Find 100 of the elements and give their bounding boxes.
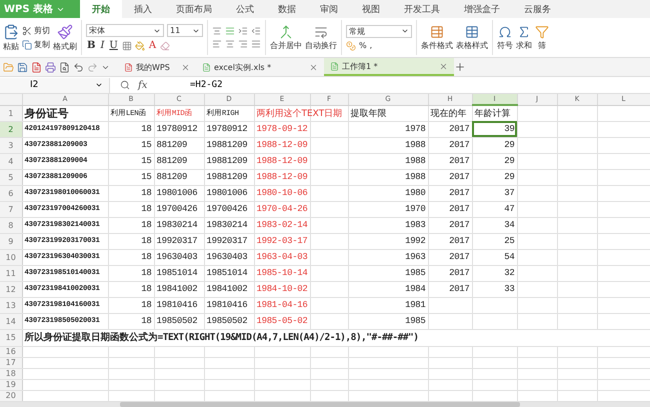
font-name-select[interactable]: 宋体: [86, 24, 164, 37]
undo-icon[interactable]: [73, 62, 84, 72]
paintbrush-icon[interactable]: [57, 24, 73, 40]
menu-tab[interactable]: 开发工具: [392, 0, 452, 18]
menu-tab[interactable]: 公式: [224, 0, 266, 18]
document-icon[interactable]: [202, 62, 211, 72]
zoom-icon[interactable]: [120, 80, 130, 90]
row-header[interactable]: 13: [0, 297, 22, 313]
menu-tab[interactable]: 视图: [350, 0, 392, 18]
align-right-icon[interactable]: [238, 39, 248, 49]
row-header[interactable]: 5: [0, 169, 22, 185]
table-cell: 1984: [405, 284, 426, 294]
row-header[interactable]: 12: [0, 281, 22, 297]
row-header[interactable]: 8: [0, 217, 22, 233]
document-tab[interactable]: 工作簿1 *: [324, 58, 454, 76]
close-icon[interactable]: [181, 62, 190, 72]
printer-icon[interactable]: [45, 62, 56, 72]
omega-icon[interactable]: [498, 24, 512, 38]
menu-tab[interactable]: 增强盒子: [452, 0, 512, 18]
fill-bucket-icon[interactable]: [134, 40, 145, 50]
row-header[interactable]: 4: [0, 153, 22, 169]
folder-icon[interactable]: [3, 62, 14, 72]
table-cell: 1985: [405, 268, 426, 278]
align-top-icon[interactable]: [212, 26, 222, 36]
row-header[interactable]: 3: [0, 137, 22, 153]
bold-button[interactable]: B: [86, 40, 96, 51]
currency-icon[interactable]: [346, 40, 356, 50]
conditional-format-button[interactable]: 条件格式: [421, 24, 453, 50]
underline-button[interactable]: U: [108, 40, 119, 51]
filter-button[interactable]: 筛: [535, 24, 549, 50]
percent-button[interactable]: %: [359, 41, 367, 50]
menu-tab[interactable]: 开始: [80, 0, 122, 18]
row-header[interactable]: 16: [0, 346, 22, 357]
copy-icon[interactable]: [22, 40, 32, 50]
preview-icon[interactable]: [59, 62, 70, 72]
indent-icon[interactable]: [238, 26, 248, 36]
copy-button[interactable]: 复制: [22, 39, 50, 50]
table-icon[interactable]: [465, 24, 479, 38]
sigma-icon[interactable]: [517, 24, 531, 38]
close-icon[interactable]: [309, 62, 318, 72]
justify-icon[interactable]: [251, 39, 261, 49]
table-icon[interactable]: [430, 24, 444, 38]
row-header[interactable]: 18: [0, 368, 22, 379]
wrap-icon[interactable]: [314, 24, 328, 38]
document-icon[interactable]: [124, 62, 133, 72]
border-icon[interactable]: [122, 40, 132, 50]
menu-tab[interactable]: 云服务: [512, 0, 563, 18]
active-cell[interactable]: 39: [472, 121, 517, 137]
document-icon[interactable]: [330, 62, 339, 70]
table-cell: 年龄计算: [474, 108, 510, 119]
row-header[interactable]: 9: [0, 233, 22, 249]
align-left-icon[interactable]: [212, 39, 222, 49]
menu-tab[interactable]: 审阅: [308, 0, 350, 18]
scissors-icon[interactable]: [22, 26, 32, 36]
wrap-text-button[interactable]: 自动换行: [305, 24, 337, 50]
number-format-select[interactable]: 常规: [346, 24, 412, 38]
eraser-icon[interactable]: [160, 40, 170, 50]
caret-icon: [95, 81, 103, 89]
symbol-button[interactable]: 符号: [497, 24, 513, 50]
row-header[interactable]: 7: [0, 201, 22, 217]
row-header[interactable]: 14: [0, 313, 22, 329]
name-box[interactable]: I2: [0, 78, 110, 92]
table-style-button[interactable]: 表格样式: [456, 24, 488, 50]
merge-center-button[interactable]: 合并居中: [270, 24, 302, 50]
funnel-icon[interactable]: [535, 24, 549, 38]
row-header[interactable]: 17: [0, 357, 22, 368]
cut-button[interactable]: 剪切: [22, 25, 50, 36]
function-button[interactable]: fx: [138, 80, 148, 90]
align-center-icon[interactable]: [225, 39, 235, 49]
formula-input[interactable]: =H2-G2: [190, 80, 223, 90]
row-header[interactable]: 6: [0, 185, 22, 201]
table-cell: 1978: [405, 124, 426, 134]
thousands-button[interactable]: ,: [370, 41, 372, 50]
paste-button[interactable]: 粘贴: [3, 24, 19, 52]
format-painter-button[interactable]: 格式刷: [53, 24, 77, 52]
add-tab-icon[interactable]: [454, 61, 466, 73]
font-size-select[interactable]: 11: [167, 24, 203, 37]
row-header[interactable]: 11: [0, 265, 22, 281]
row-header[interactable]: 1: [0, 105, 22, 121]
font-color-button[interactable]: A: [148, 40, 158, 51]
save-icon[interactable]: [17, 62, 28, 72]
align-middle-icon[interactable]: [225, 26, 235, 36]
clipboard-icon[interactable]: [3, 24, 19, 40]
menu-tab[interactable]: 页面布局: [164, 0, 224, 18]
row-header[interactable]: 15: [0, 329, 22, 346]
row-header[interactable]: 2: [0, 121, 22, 137]
sum-button[interactable]: 求和: [516, 24, 532, 50]
close-icon[interactable]: [439, 62, 448, 70]
row-header[interactable]: 19: [0, 379, 22, 390]
row-header[interactable]: 20: [0, 390, 22, 401]
row-header[interactable]: 10: [0, 249, 22, 265]
merge-icon[interactable]: [279, 24, 293, 38]
menu-tab[interactable]: 插入: [122, 0, 164, 18]
scrollbar-thumb[interactable]: [120, 402, 520, 407]
menu-tab[interactable]: 数据: [266, 0, 308, 18]
document-icon[interactable]: [31, 62, 42, 72]
document-tab[interactable]: 我的WPS: [118, 58, 196, 76]
outdent-icon[interactable]: [251, 26, 261, 36]
document-tab[interactable]: excel实例.xls *: [196, 58, 324, 76]
italic-button[interactable]: I: [99, 40, 106, 51]
